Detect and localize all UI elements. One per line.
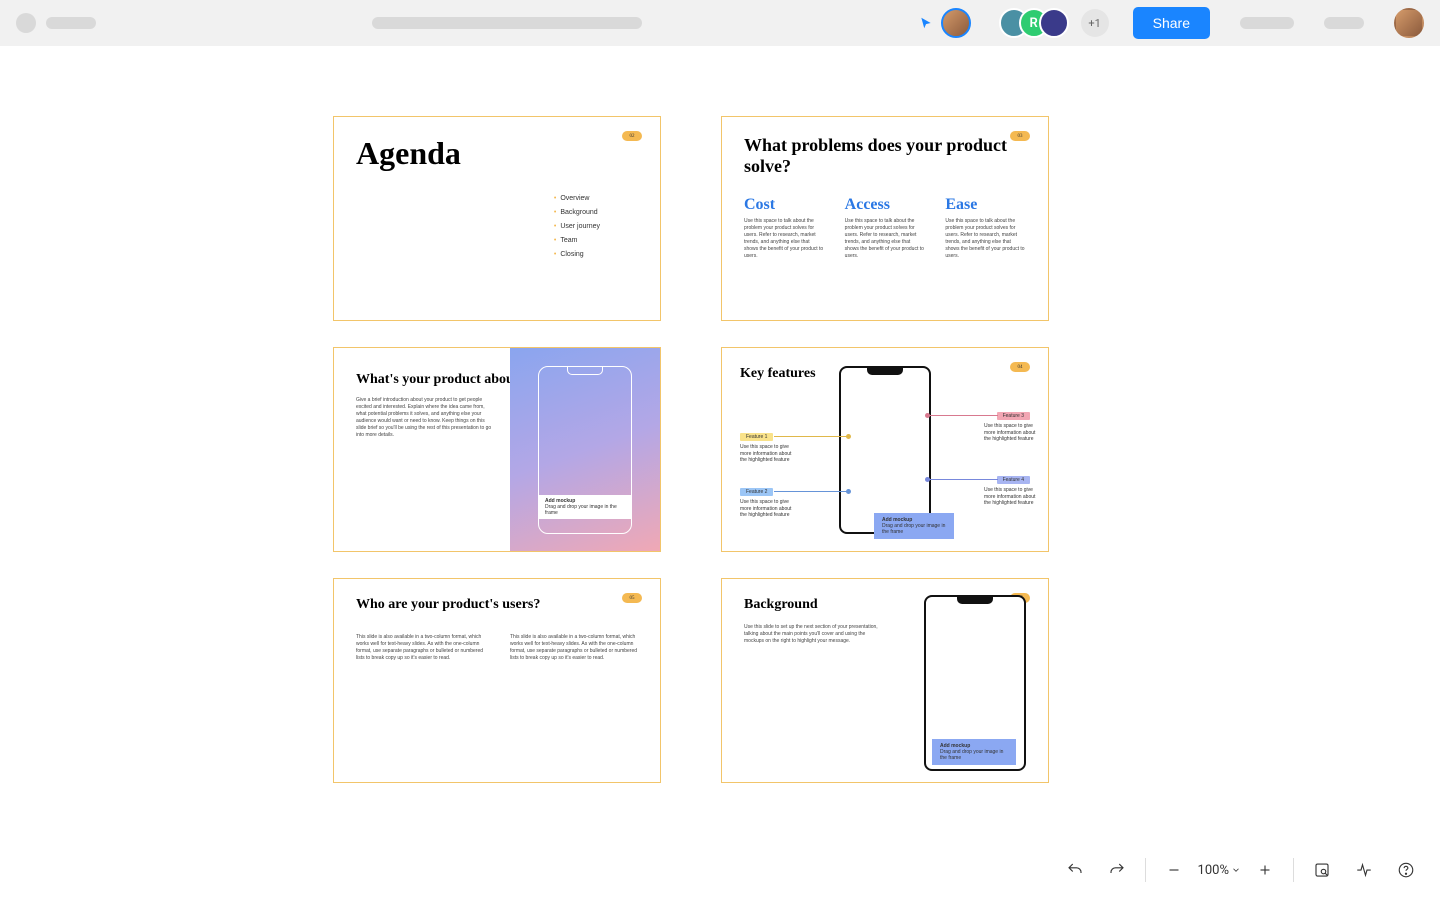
- two-column-text: This slide is also available in a two-co…: [356, 634, 638, 662]
- header-right: R +1 Share: [919, 7, 1424, 39]
- column-text: Use this space to talk about the problem…: [845, 218, 926, 260]
- feature-desc: Use this space to give more information …: [984, 487, 1038, 507]
- slide-grid: 02 Agenda Overview Background User journ…: [333, 116, 1049, 783]
- column-text: Use this space to talk about the problem…: [945, 218, 1026, 260]
- connector-line: [774, 436, 848, 437]
- column-head: Ease: [945, 196, 1026, 214]
- zoom-in-button[interactable]: [1245, 850, 1285, 890]
- app-header: R +1 Share: [0, 0, 1440, 46]
- slide-body: Give a brief introduction about your pro…: [356, 397, 491, 439]
- redo-button[interactable]: [1097, 850, 1137, 890]
- list-item: Closing: [554, 251, 600, 258]
- connector-line: [774, 491, 848, 492]
- column-head: Cost: [744, 196, 825, 214]
- header-center: [96, 17, 919, 29]
- slide-agenda[interactable]: 02 Agenda Overview Background User journ…: [333, 116, 661, 321]
- divider: [1145, 858, 1146, 882]
- slide-features[interactable]: 04 Key features Feature 1 Use this space…: [721, 347, 1049, 552]
- zoom-level[interactable]: 100%: [1196, 863, 1243, 878]
- help-button[interactable]: [1386, 850, 1426, 890]
- menu-placeholder[interactable]: [16, 13, 36, 33]
- mockup-label: Add mockupDrag and drop your image in th…: [932, 739, 1016, 765]
- divider: [1293, 858, 1294, 882]
- board-title-placeholder[interactable]: [372, 17, 642, 29]
- slide-badge: 05: [622, 593, 642, 603]
- feature-desc: Use this space to give more information …: [740, 499, 794, 519]
- current-user-avatar[interactable]: [941, 8, 971, 38]
- list-item: Team: [554, 237, 600, 244]
- slide-badge: 03: [1010, 131, 1030, 141]
- avatar-overflow[interactable]: +1: [1081, 9, 1109, 37]
- problems-columns: Cost Use this space to talk about the pro…: [744, 196, 1026, 260]
- map-view-button[interactable]: [1302, 850, 1342, 890]
- collaborator-avatars[interactable]: R: [999, 8, 1069, 38]
- column-text: Use this space to talk about the problem…: [744, 218, 825, 260]
- slide-background[interactable]: 07 Background Use this slide to set up t…: [721, 578, 1049, 783]
- connector-dot: [925, 477, 930, 482]
- agenda-list: Overview Background User journey Team Cl…: [554, 195, 600, 265]
- column-head: Access: [845, 196, 926, 214]
- slide-badge: 04: [1010, 362, 1030, 372]
- slide-users[interactable]: 05 Who are your product's users? This sl…: [333, 578, 661, 783]
- list-item: Background: [554, 209, 600, 216]
- list-item: User journey: [554, 223, 600, 230]
- connector-dot: [846, 434, 851, 439]
- feature-tag: Feature 1: [740, 433, 773, 441]
- undo-button[interactable]: [1055, 850, 1095, 890]
- slide-title: Key features: [740, 366, 816, 383]
- mockup-label: Add mockup Drag and drop your image in t…: [539, 495, 631, 519]
- slide-title: Who are your product's users?: [356, 597, 638, 614]
- mockup-label: Add mockupDrag and drop your image in th…: [874, 513, 954, 539]
- column-text: This slide is also available in a two-co…: [510, 634, 638, 662]
- connector-dot: [846, 489, 851, 494]
- account-avatar[interactable]: [1394, 8, 1424, 38]
- header-left: [16, 13, 96, 33]
- activity-button[interactable]: [1344, 850, 1384, 890]
- feature-tag: Feature 3: [997, 412, 1030, 420]
- canvas[interactable]: 02 Agenda Overview Background User journ…: [0, 46, 1440, 900]
- feature-tag: Feature 2: [740, 488, 773, 496]
- share-button[interactable]: Share: [1133, 7, 1210, 39]
- slide-title: What problems does your product solve?: [744, 135, 1026, 176]
- list-item: Overview: [554, 195, 600, 202]
- bottom-toolbar: 100%: [1055, 850, 1426, 890]
- column-text: This slide is also available in a two-co…: [356, 634, 484, 662]
- avatar[interactable]: [1039, 8, 1069, 38]
- slide-problems[interactable]: 03 What problems does your product solve…: [721, 116, 1049, 321]
- header-skel-2: [1324, 17, 1364, 29]
- slide-about[interactable]: What's your product about? Give a brief …: [333, 347, 661, 552]
- connector-line: [928, 415, 998, 416]
- slide-badge: 02: [622, 131, 642, 141]
- connector-dot: [925, 413, 930, 418]
- presence-cursor-icon: [919, 16, 933, 30]
- gradient-panel: Add mockup Drag and drop your image in t…: [510, 348, 660, 551]
- phone-mockup: [839, 366, 931, 534]
- feature-desc: Use this space to give more information …: [740, 444, 794, 464]
- header-skel-1: [1240, 17, 1294, 29]
- slide-body: Use this slide to set up the next sectio…: [744, 624, 879, 645]
- title-placeholder: [46, 17, 96, 29]
- connector-line: [928, 479, 998, 480]
- zoom-out-button[interactable]: [1154, 850, 1194, 890]
- phone-mockup: Add mockup Drag and drop your image in t…: [538, 366, 632, 534]
- feature-desc: Use this space to give more information …: [984, 423, 1038, 443]
- slide-title: Agenda: [356, 135, 638, 172]
- feature-tag: Feature 4: [997, 476, 1030, 484]
